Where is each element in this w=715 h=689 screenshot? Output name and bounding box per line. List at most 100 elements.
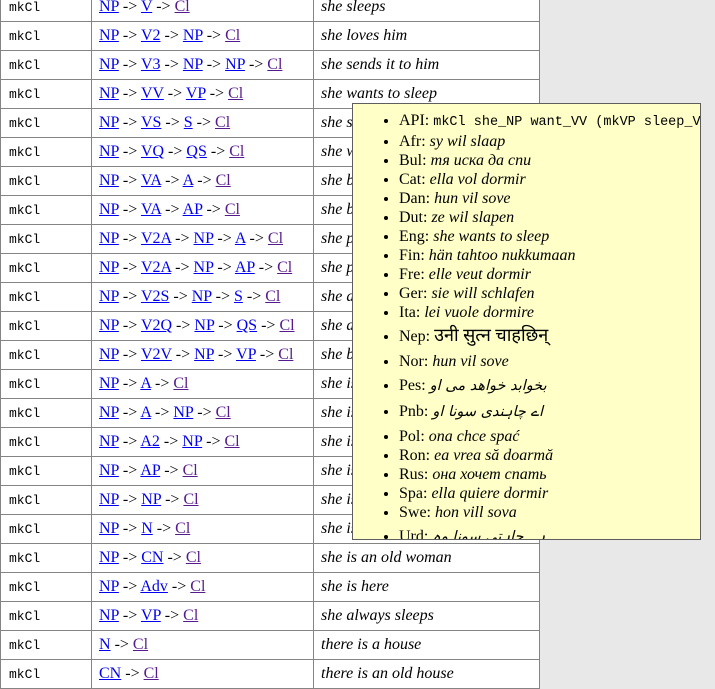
type-link-np[interactable]: NP xyxy=(99,433,119,450)
type-link-v2s[interactable]: V2S xyxy=(141,288,169,305)
type-link-np[interactable]: NP xyxy=(99,491,119,508)
type-link-n[interactable]: N xyxy=(141,520,153,537)
type-signature-cell: NP -> VP -> Cl xyxy=(92,602,314,631)
type-link-a[interactable]: A xyxy=(235,230,246,247)
type-link-cl[interactable]: Cl xyxy=(278,346,293,363)
type-link-v2a[interactable]: V2A xyxy=(141,230,171,247)
type-link-cl[interactable]: Cl xyxy=(265,288,280,305)
type-link-v2q[interactable]: V2Q xyxy=(141,317,172,334)
type-link-a2[interactable]: A2 xyxy=(140,433,160,450)
type-link-va[interactable]: VA xyxy=(141,201,161,218)
type-link-a[interactable]: A xyxy=(140,404,151,421)
example-text[interactable]: she is here xyxy=(321,578,389,595)
type-link-vv[interactable]: VV xyxy=(141,85,164,102)
type-link-n[interactable]: N xyxy=(99,636,111,653)
type-link-np[interactable]: NP xyxy=(141,491,161,508)
type-link-s[interactable]: S xyxy=(234,288,243,305)
example-text[interactable]: she sends it to him xyxy=(321,56,439,73)
type-link-np[interactable]: NP xyxy=(99,230,119,247)
type-link-v[interactable]: V xyxy=(141,0,152,15)
type-link-cl[interactable]: Cl xyxy=(279,317,294,334)
type-link-np[interactable]: NP xyxy=(99,607,119,624)
type-link-qs[interactable]: QS xyxy=(186,143,206,160)
type-link-np[interactable]: NP xyxy=(192,288,212,305)
type-link-v2[interactable]: V2 xyxy=(141,27,161,44)
type-link-cl[interactable]: Cl xyxy=(183,607,198,624)
type-link-cl[interactable]: Cl xyxy=(277,259,292,276)
type-link-np[interactable]: NP xyxy=(99,201,119,218)
type-link-np[interactable]: NP xyxy=(173,404,193,421)
example-text[interactable]: there is a house xyxy=(321,636,421,653)
type-link-vq[interactable]: VQ xyxy=(141,143,164,160)
type-link-va[interactable]: VA xyxy=(141,172,161,189)
type-link-cl[interactable]: Cl xyxy=(225,201,240,218)
example-text[interactable]: she always sleeps xyxy=(321,607,434,624)
type-link-s[interactable]: S xyxy=(184,114,193,131)
type-link-np[interactable]: NP xyxy=(99,549,119,566)
type-link-np[interactable]: NP xyxy=(99,85,119,102)
type-link-np[interactable]: NP xyxy=(99,172,119,189)
type-link-cl[interactable]: Cl xyxy=(183,491,198,508)
type-link-cn[interactable]: CN xyxy=(99,665,121,682)
type-link-np[interactable]: NP xyxy=(99,56,119,73)
type-link-np[interactable]: NP xyxy=(225,56,245,73)
type-link-cl[interactable]: Cl xyxy=(175,520,190,537)
type-link-cl[interactable]: Cl xyxy=(186,549,201,566)
type-link-np[interactable]: NP xyxy=(99,404,119,421)
type-link-np[interactable]: NP xyxy=(182,433,202,450)
type-link-v2v[interactable]: V2V xyxy=(141,346,172,363)
type-link-np[interactable]: NP xyxy=(99,520,119,537)
type-link-np[interactable]: NP xyxy=(183,27,203,44)
type-link-a[interactable]: A xyxy=(183,172,194,189)
example-text[interactable]: there is an old house xyxy=(321,665,454,682)
type-link-cl[interactable]: Cl xyxy=(133,636,148,653)
type-link-vp[interactable]: VP xyxy=(186,85,206,102)
type-link-np[interactable]: NP xyxy=(194,317,214,334)
type-link-cl[interactable]: Cl xyxy=(225,27,240,44)
type-link-np[interactable]: NP xyxy=(99,375,119,392)
type-link-cl[interactable]: Cl xyxy=(267,56,282,73)
type-link-np[interactable]: NP xyxy=(99,259,119,276)
type-link-np[interactable]: NP xyxy=(99,578,119,595)
type-link-cl[interactable]: Cl xyxy=(224,433,239,450)
type-link-vp[interactable]: VP xyxy=(236,346,256,363)
type-link-cl[interactable]: Cl xyxy=(173,375,188,392)
type-link-a[interactable]: A xyxy=(140,375,151,392)
type-link-ap[interactable]: AP xyxy=(140,462,160,479)
example-text[interactable]: she wants to sleep xyxy=(321,85,437,102)
type-link-qs[interactable]: QS xyxy=(237,317,257,334)
type-link-np[interactable]: NP xyxy=(99,317,119,334)
type-link-np[interactable]: NP xyxy=(194,230,214,247)
type-link-vp[interactable]: VP xyxy=(141,607,161,624)
example-text[interactable]: she is an old woman xyxy=(321,549,452,566)
type-link-cl[interactable]: Cl xyxy=(228,85,243,102)
type-link-ap[interactable]: AP xyxy=(235,259,255,276)
type-link-cl[interactable]: Cl xyxy=(215,114,230,131)
example-text[interactable]: she sleeps xyxy=(321,0,385,15)
type-link-adv[interactable]: Adv xyxy=(140,578,168,595)
type-link-cn[interactable]: CN xyxy=(141,549,163,566)
type-link-cl[interactable]: Cl xyxy=(183,462,198,479)
type-link-np[interactable]: NP xyxy=(99,27,119,44)
type-link-np[interactable]: NP xyxy=(183,56,203,73)
type-link-np[interactable]: NP xyxy=(99,143,119,160)
type-link-np[interactable]: NP xyxy=(99,346,119,363)
type-link-np[interactable]: NP xyxy=(99,114,119,131)
type-link-cl[interactable]: Cl xyxy=(144,665,159,682)
type-link-v2a[interactable]: V2A xyxy=(141,259,171,276)
type-link-ap[interactable]: AP xyxy=(183,201,203,218)
type-link-cl[interactable]: Cl xyxy=(216,404,231,421)
type-link-np[interactable]: NP xyxy=(99,288,119,305)
type-link-np[interactable]: NP xyxy=(194,259,214,276)
type-link-cl[interactable]: Cl xyxy=(229,143,244,160)
type-link-cl[interactable]: Cl xyxy=(216,172,231,189)
type-link-np[interactable]: NP xyxy=(99,462,119,479)
example-text[interactable]: she loves him xyxy=(321,27,407,44)
type-link-cl[interactable]: Cl xyxy=(190,578,205,595)
type-link-np[interactable]: NP xyxy=(194,346,214,363)
type-link-cl[interactable]: Cl xyxy=(268,230,283,247)
type-link-np[interactable]: NP xyxy=(99,0,119,15)
type-link-v3[interactable]: V3 xyxy=(141,56,161,73)
type-link-vs[interactable]: VS xyxy=(141,114,161,131)
type-link-cl[interactable]: Cl xyxy=(175,0,190,15)
